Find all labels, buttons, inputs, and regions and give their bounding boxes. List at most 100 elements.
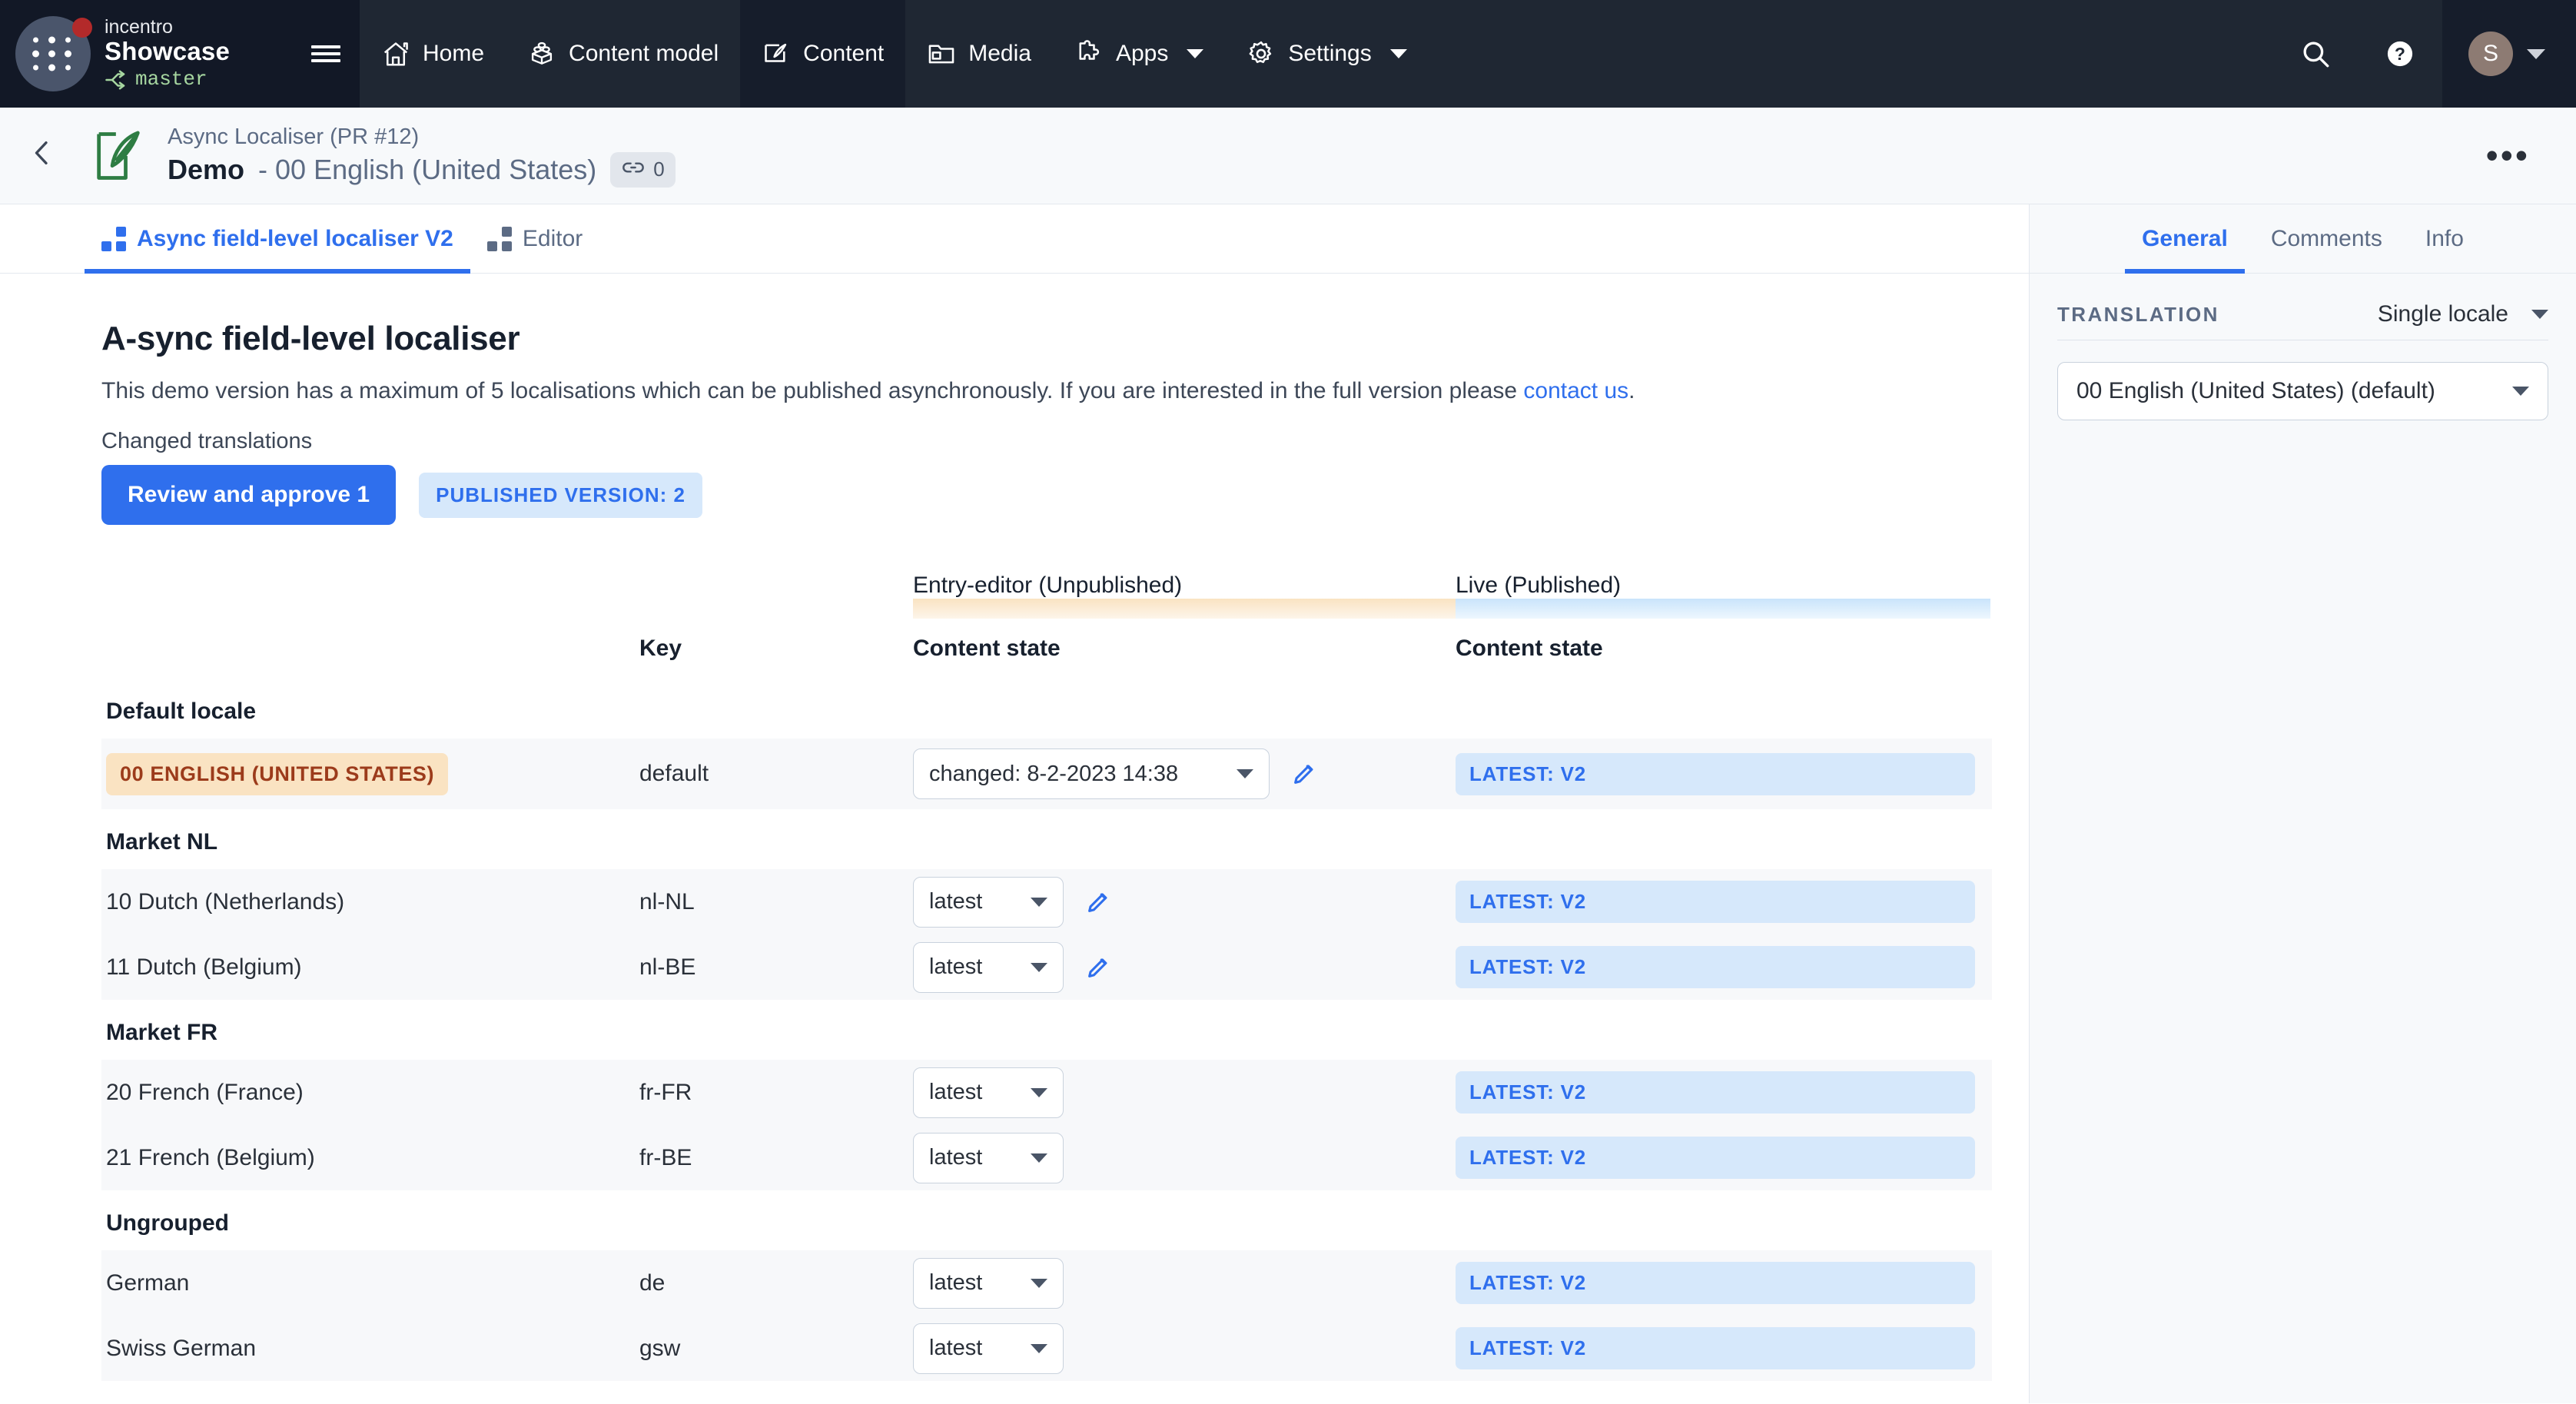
entry-title-row: Demo - 00 English (United States) 0	[168, 152, 676, 188]
app-logo[interactable]	[15, 16, 92, 91]
content-state-select[interactable]: latest	[913, 1067, 1064, 1118]
content-state-select[interactable]: changed: 8-2-2023 14:38	[913, 748, 1270, 799]
chevron-down-icon	[2512, 387, 2529, 396]
gear-icon	[1247, 39, 1276, 68]
tab-editor[interactable]: Editor	[470, 204, 599, 273]
edit-pencil-icon[interactable]	[1085, 954, 1111, 981]
entry-title: Demo	[168, 153, 245, 185]
table-group-title: Market FR	[106, 1020, 218, 1045]
content-state-live-cell: LATEST: V2	[1456, 1262, 1990, 1304]
main-content: A-sync field-level localiser This demo v…	[0, 274, 2029, 1381]
locale-select-value: 00 English (United States) (default)	[2076, 378, 2435, 403]
sidebar-tab-comments[interactable]: Comments	[2254, 204, 2399, 273]
live-state-badge: LATEST: V2	[1456, 1071, 1975, 1114]
table-row: Swiss German gsw latest LATEST: V2	[101, 1316, 1992, 1381]
table-group-rows: 20 French (France) fr-FR latest LATEST: V2 2…	[101, 1060, 1992, 1190]
sidebar-tab-label: Comments	[2270, 225, 2382, 251]
chevron-down-icon	[1031, 1153, 1047, 1163]
brand-block[interactable]: incentro Showcase master	[0, 0, 292, 108]
more-actions-button[interactable]: •••	[2486, 138, 2576, 173]
chevron-down-icon	[1031, 1087, 1047, 1097]
contact-us-link[interactable]: contact us	[1523, 378, 1628, 403]
table-group-title: Default locale	[106, 699, 257, 724]
nav-label-settings: Settings	[1288, 41, 1372, 66]
edit-pencil-icon[interactable]	[1085, 889, 1111, 915]
tab-async-field-level-localiser-v2[interactable]: Async field-level localiser V2	[85, 204, 470, 274]
table-column-header-row: Entry-editor (Unpublished) Live (Publish…	[101, 557, 1992, 599]
content-type-label: Async Localiser (PR #12)	[168, 124, 420, 150]
header-content-state-live: Content state	[1456, 636, 1603, 661]
locale-key-cell: gsw	[639, 1335, 681, 1361]
chevron-down-icon	[1031, 897, 1047, 907]
back-button[interactable]	[0, 138, 85, 174]
nav-item-content[interactable]: Content	[740, 0, 906, 108]
main-column: Async field-level localiser V2 Editor A-…	[0, 204, 2029, 1403]
content-state-value: latest	[929, 1145, 983, 1170]
hamburger-icon[interactable]	[292, 0, 360, 108]
table-row: 20 French (France) fr-FR latest LATEST: V2	[101, 1060, 1992, 1125]
content-state-editor-cell: latest	[913, 876, 1456, 928]
content-state-select[interactable]: latest	[913, 1132, 1064, 1183]
nav-item-content-model[interactable]: Content model	[506, 0, 740, 108]
editor-tabs: Async field-level localiser V2 Editor	[0, 204, 2029, 274]
locale-cell: Swiss German	[106, 1335, 257, 1361]
content-state-live-cell: LATEST: V2	[1456, 1137, 1990, 1179]
changed-translations-label: Changed translations	[101, 429, 313, 453]
content-pen-icon	[762, 39, 791, 68]
content-state-select[interactable]: latest	[913, 1323, 1064, 1374]
table-group-title: Market NL	[106, 829, 218, 855]
locale-key-cell: fr-FR	[639, 1079, 692, 1105]
header-key: Key	[639, 636, 682, 661]
chevron-down-icon	[2531, 310, 2548, 319]
content-state-live-cell: LATEST: V2	[1456, 881, 1990, 923]
chevron-down-icon	[1031, 962, 1047, 972]
content-state-value: latest	[929, 1336, 983, 1360]
content-state-select[interactable]: latest	[913, 876, 1064, 928]
table-row: 00 ENGLISH (UNITED STATES) default changed…	[101, 739, 1992, 809]
branch-name: master	[135, 68, 207, 91]
user-menu[interactable]: S	[2442, 0, 2576, 108]
search-icon[interactable]	[2273, 0, 2358, 108]
chevron-down-icon	[2527, 48, 2545, 59]
locale-cell: 21 French (Belgium)	[106, 1144, 315, 1170]
chevron-down-icon	[1237, 769, 1253, 778]
nav-item-media[interactable]: Media	[905, 0, 1053, 108]
table-subheader-row: Key Content state Content state	[101, 619, 1992, 679]
sidebar-tab-info[interactable]: Info	[2408, 204, 2481, 273]
edit-pencil-icon[interactable]	[1291, 761, 1317, 787]
locale-select[interactable]: 00 English (United States) (default)	[2057, 362, 2548, 420]
brand-text: incentro Showcase master	[105, 16, 230, 91]
translation-section-label: TRANSLATION	[2057, 302, 2219, 326]
description-text-after: .	[1628, 378, 1635, 403]
sidebar-tab-general[interactable]: General	[2125, 204, 2245, 274]
review-and-approve-button[interactable]: Review and approve 1	[101, 465, 397, 525]
header-content-state-editor: Content state	[913, 636, 1061, 661]
locale-cell: German	[106, 1270, 190, 1296]
nav-label-content: Content	[803, 41, 885, 66]
content-state-select[interactable]: latest	[913, 1257, 1064, 1309]
tiles-icon	[486, 226, 512, 251]
nav-item-settings[interactable]: Settings	[1225, 0, 1428, 108]
locale-cell: 20 French (France)	[106, 1079, 304, 1105]
content-state-editor-cell: changed: 8-2-2023 14:38	[913, 748, 1456, 799]
content-state-select[interactable]: latest	[913, 941, 1064, 993]
table-group-rows: 10 Dutch (Netherlands) nl-NL latest LATEST:…	[101, 869, 1992, 1000]
live-state-badge: LATEST: V2	[1456, 881, 1975, 923]
sidebar-tabs: General Comments Info	[2030, 204, 2576, 274]
nav-item-apps[interactable]: Apps	[1053, 0, 1225, 108]
translation-mode-select[interactable]: Single locale	[2378, 301, 2548, 327]
branch-indicator[interactable]: master	[105, 68, 230, 91]
notification-dot	[72, 18, 92, 38]
editor-gradient-bar	[913, 599, 1456, 619]
content-state-value: latest	[929, 1080, 983, 1104]
organisation-name: incentro	[105, 16, 173, 38]
locale-key-cell: de	[639, 1270, 666, 1296]
sidebar-tab-label: General	[2142, 225, 2228, 251]
link-count-badge[interactable]: 0	[610, 152, 676, 188]
page-description: This demo version has a maximum of 5 loc…	[101, 378, 2029, 404]
nav-item-home[interactable]: Home	[360, 0, 506, 108]
table-group-rows: 00 ENGLISH (UNITED STATES) default changed…	[101, 739, 1992, 809]
sidebar-panel: General Comments Info TRANSLATION Single…	[2029, 204, 2576, 1403]
help-circle-icon[interactable]: ?	[2358, 0, 2442, 108]
nav-label-apps: Apps	[1115, 41, 1169, 66]
